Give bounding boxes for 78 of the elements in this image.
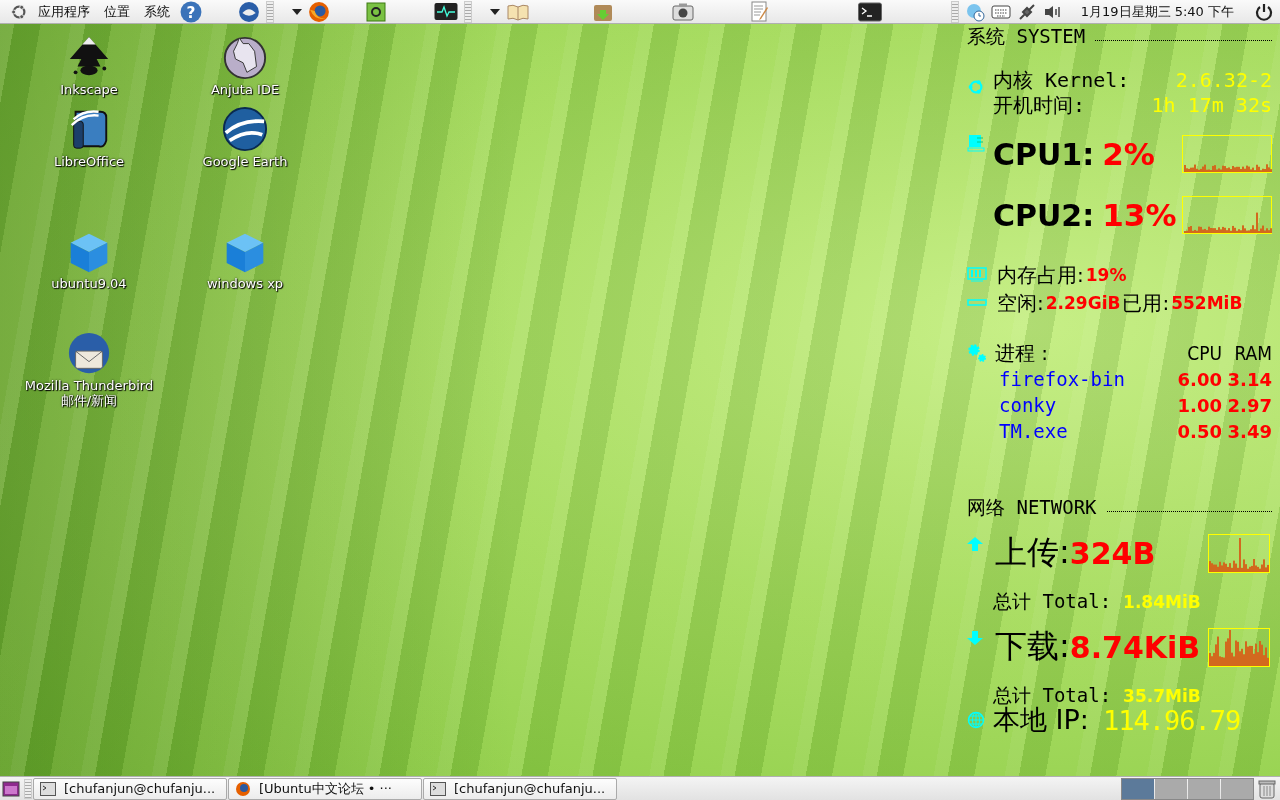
desktop-icon-label[interactable]: LibreOffice bbox=[53, 154, 125, 169]
taskbar-button[interactable]: [chufanjun@chufanju... bbox=[33, 777, 227, 800]
weather-cloud-icon[interactable] bbox=[964, 1, 985, 22]
process-name: conky bbox=[999, 394, 1058, 416]
process-ram: 3.14 bbox=[1226, 368, 1272, 390]
text-editor-icon[interactable] bbox=[750, 0, 770, 23]
panel-handle[interactable] bbox=[24, 778, 32, 799]
process-name: firefox-bin bbox=[999, 368, 1126, 390]
total-label: 总计 Total: bbox=[993, 589, 1112, 614]
total-label: 总计 Total: bbox=[993, 683, 1112, 706]
desktop-icon-label[interactable]: Mozilla Thunderbird 邮件/新闻 bbox=[24, 378, 154, 408]
up-arrow-icon bbox=[967, 537, 983, 551]
process-name: TM.exe bbox=[999, 420, 1069, 442]
uptime-label: 开机时间: bbox=[993, 93, 1086, 118]
process-label: 进程 : bbox=[995, 339, 1050, 367]
process-cpu: 0.50 bbox=[1176, 420, 1222, 442]
help-icon[interactable]: ? bbox=[180, 0, 202, 23]
panel-menu[interactable]: 系统 bbox=[140, 2, 174, 21]
free-memory-value: 2.29GiB bbox=[1045, 293, 1121, 313]
free-memory-label: 空闲: bbox=[997, 289, 1044, 317]
total-value: 1.84MiB bbox=[1123, 592, 1201, 612]
kernel-version: 2.6.32-2 bbox=[1175, 68, 1272, 93]
transfer-label: 上传: bbox=[995, 532, 1070, 573]
process-cpu: 1.00 bbox=[1176, 394, 1222, 416]
dropdown-arrow-icon[interactable] bbox=[490, 8, 500, 15]
show-desktop-icon[interactable] bbox=[2, 780, 20, 797]
panel-menu[interactable]: 应用程序 bbox=[34, 2, 94, 21]
terminal-icon[interactable] bbox=[858, 1, 882, 22]
used-memory-value: 552MiB bbox=[1171, 293, 1243, 313]
cpu-label: CPU2: bbox=[993, 197, 1095, 233]
memory-module-icon bbox=[967, 267, 987, 283]
power-icon[interactable] bbox=[1254, 1, 1274, 22]
square-app-icon[interactable] bbox=[366, 1, 386, 22]
memory-label: 内存占用: bbox=[997, 261, 1084, 289]
network-graph bbox=[1208, 627, 1270, 667]
desktop-icon-label[interactable]: ubuntu9.04 bbox=[51, 276, 127, 291]
kernel-label: 内核 Kernel: bbox=[993, 68, 1130, 93]
process-ram: 2.97 bbox=[1226, 394, 1272, 416]
used-memory-label: 已用: bbox=[1122, 289, 1170, 317]
desktop-icon-label[interactable]: Anjuta IDE bbox=[210, 82, 280, 97]
tray-handle[interactable] bbox=[950, 0, 959, 23]
dropdown-arrow-icon[interactable] bbox=[292, 8, 302, 15]
trash-icon[interactable] bbox=[1258, 778, 1276, 799]
cpu-usage-value: 2% bbox=[1102, 136, 1155, 172]
ip-label: 本地 IP: bbox=[993, 704, 1089, 737]
terminal-icon bbox=[40, 781, 56, 796]
ip-address: 114.96.79 bbox=[1102, 704, 1241, 736]
column-header: CPU bbox=[1186, 342, 1222, 364]
desktop-icon-label[interactable]: Inkscape bbox=[60, 82, 118, 97]
globe-icon[interactable] bbox=[222, 106, 268, 152]
panel-menu[interactable]: 位置 bbox=[100, 2, 134, 21]
cpu-label: CPU1: bbox=[993, 136, 1095, 172]
column-header: RAM bbox=[1233, 342, 1272, 364]
taskbar-button[interactable]: [Ubuntu中文论坛 • ··· bbox=[228, 777, 422, 800]
system-monitor-icon[interactable] bbox=[434, 1, 458, 22]
section-heading: 网络 NETWORK bbox=[967, 495, 1097, 520]
uptime-value: 1h 17m 32s bbox=[1151, 93, 1272, 118]
section-heading: 系统 SYSTEM bbox=[967, 24, 1086, 49]
globe-icon bbox=[967, 711, 985, 729]
total-value: 35.7MiB bbox=[1123, 686, 1201, 706]
drawer-handle[interactable] bbox=[266, 0, 274, 23]
camera-icon[interactable] bbox=[672, 1, 694, 22]
transfer-rate: 324B bbox=[1069, 535, 1156, 571]
clock[interactable]: 1月19日星期三 5:40 下午 bbox=[1080, 2, 1234, 21]
down-arrow-icon bbox=[967, 631, 983, 645]
terminal-icon bbox=[430, 781, 446, 796]
transfer-label: 下载: bbox=[995, 626, 1070, 667]
taskbar-button[interactable]: [chufanjun@chufanju... bbox=[423, 777, 617, 800]
memory-value: 19% bbox=[1085, 265, 1127, 285]
network-graph bbox=[1208, 533, 1270, 573]
transfer-rate: 8.74KiB bbox=[1069, 629, 1201, 665]
drawer-handle[interactable] bbox=[464, 0, 472, 23]
process-ram: 3.49 bbox=[1226, 420, 1272, 442]
bar-icon bbox=[967, 299, 987, 307]
process-cpu: 6.00 bbox=[1176, 368, 1222, 390]
keyboard-icon[interactable] bbox=[990, 3, 1011, 20]
gears-icon bbox=[967, 343, 987, 363]
cpu-usage-value: 13% bbox=[1102, 197, 1177, 233]
